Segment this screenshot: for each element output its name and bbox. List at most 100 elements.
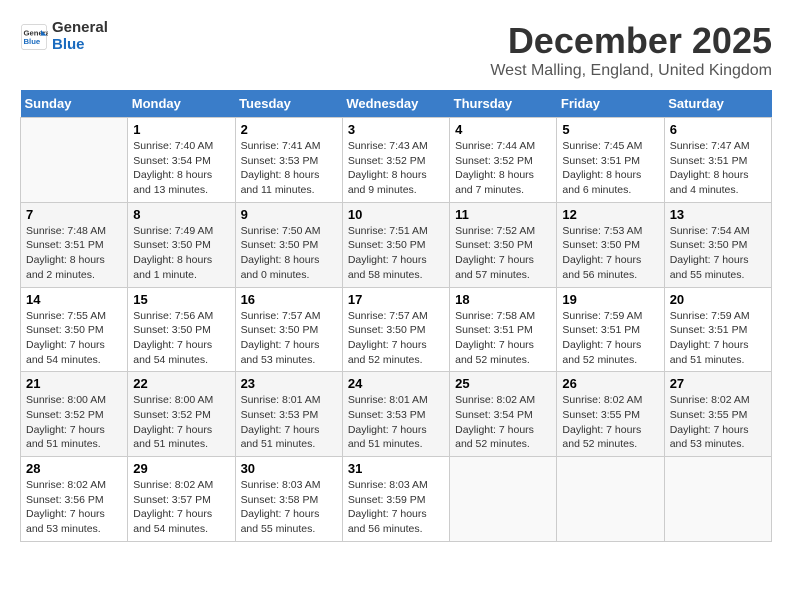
day-info: Sunrise: 8:02 AMSunset: 3:55 PMDaylight:… — [670, 393, 766, 452]
day-info: Sunrise: 7:48 AMSunset: 3:51 PMDaylight:… — [26, 224, 122, 283]
calendar-cell — [664, 457, 771, 542]
day-number: 17 — [348, 292, 444, 307]
day-number: 27 — [670, 376, 766, 391]
day-number: 26 — [562, 376, 658, 391]
day-number: 8 — [133, 207, 229, 222]
day-number: 30 — [241, 461, 337, 476]
day-number: 25 — [455, 376, 551, 391]
day-number: 23 — [241, 376, 337, 391]
day-info: Sunrise: 7:40 AMSunset: 3:54 PMDaylight:… — [133, 139, 229, 198]
location-title: West Malling, England, United Kingdom — [490, 62, 772, 80]
weekday-header-sunday: Sunday — [21, 90, 128, 118]
calendar-cell: 8 Sunrise: 7:49 AMSunset: 3:50 PMDaylight… — [128, 202, 235, 287]
day-info: Sunrise: 7:41 AMSunset: 3:53 PMDaylight:… — [241, 139, 337, 198]
day-number: 29 — [133, 461, 229, 476]
day-info: Sunrise: 7:44 AMSunset: 3:52 PMDaylight:… — [455, 139, 551, 198]
day-info: Sunrise: 8:02 AMSunset: 3:55 PMDaylight:… — [562, 393, 658, 452]
calendar-cell: 31 Sunrise: 8:03 AMSunset: 3:59 PMDayligh… — [342, 457, 449, 542]
title-section: December 2025 West Malling, England, Uni… — [490, 20, 772, 80]
weekday-header-saturday: Saturday — [664, 90, 771, 118]
day-number: 3 — [348, 122, 444, 137]
day-info: Sunrise: 7:53 AMSunset: 3:50 PMDaylight:… — [562, 224, 658, 283]
calendar-cell: 12 Sunrise: 7:53 AMSunset: 3:50 PMDayligh… — [557, 202, 664, 287]
day-number: 11 — [455, 207, 551, 222]
day-number: 7 — [26, 207, 122, 222]
calendar-cell: 17 Sunrise: 7:57 AMSunset: 3:50 PMDayligh… — [342, 287, 449, 372]
calendar-cell — [450, 457, 557, 542]
day-info: Sunrise: 7:59 AMSunset: 3:51 PMDaylight:… — [670, 309, 766, 368]
calendar-week-row: 28 Sunrise: 8:02 AMSunset: 3:56 PMDayligh… — [21, 457, 772, 542]
day-number: 6 — [670, 122, 766, 137]
svg-text:General: General — [24, 28, 49, 37]
day-info: Sunrise: 8:03 AMSunset: 3:58 PMDaylight:… — [241, 478, 337, 537]
logo: General Blue General Blue — [20, 20, 108, 53]
day-number: 10 — [348, 207, 444, 222]
calendar-cell: 15Sunrise: 7:56 AMSunset: 3:50 PMDayligh… — [128, 287, 235, 372]
weekday-header-monday: Monday — [128, 90, 235, 118]
day-number: 9 — [241, 207, 337, 222]
day-info: Sunrise: 7:43 AMSunset: 3:52 PMDaylight:… — [348, 139, 444, 198]
logo-icon: General Blue — [20, 23, 48, 51]
day-info: Sunrise: 7:57 AMSunset: 3:50 PMDaylight:… — [348, 309, 444, 368]
day-info: Sunrise: 8:02 AMSunset: 3:56 PMDaylight:… — [26, 478, 122, 537]
day-info: Sunrise: 7:47 AMSunset: 3:51 PMDaylight:… — [670, 139, 766, 198]
page-header: General Blue General Blue December 2025 … — [20, 20, 772, 80]
day-number: 28 — [26, 461, 122, 476]
calendar-cell: 30 Sunrise: 8:03 AMSunset: 3:58 PMDayligh… — [235, 457, 342, 542]
calendar-cell: 22Sunrise: 8:00 AMSunset: 3:52 PMDayligh… — [128, 372, 235, 457]
calendar-table: SundayMondayTuesdayWednesdayThursdayFrid… — [20, 90, 772, 542]
calendar-cell: 14 Sunrise: 7:55 AMSunset: 3:50 PMDayligh… — [21, 287, 128, 372]
day-info: Sunrise: 7:57 AMSunset: 3:50 PMDaylight:… — [241, 309, 337, 368]
calendar-cell: 19 Sunrise: 7:59 AMSunset: 3:51 PMDayligh… — [557, 287, 664, 372]
day-number: 1 — [133, 122, 229, 137]
day-info: Sunrise: 8:03 AMSunset: 3:59 PMDaylight:… — [348, 478, 444, 537]
calendar-cell: 1 Sunrise: 7:40 AMSunset: 3:54 PMDaylight… — [128, 118, 235, 203]
calendar-cell — [21, 118, 128, 203]
day-number: 21 — [26, 376, 122, 391]
weekday-header-tuesday: Tuesday — [235, 90, 342, 118]
day-info: Sunrise: 7:50 AMSunset: 3:50 PMDaylight:… — [241, 224, 337, 283]
day-info: Sunrise: 8:00 AMSunset: 3:52 PMDaylight:… — [133, 393, 229, 452]
day-number: 12 — [562, 207, 658, 222]
calendar-week-row: 1 Sunrise: 7:40 AMSunset: 3:54 PMDaylight… — [21, 118, 772, 203]
day-number: 24 — [348, 376, 444, 391]
weekday-header-row: SundayMondayTuesdayWednesdayThursdayFrid… — [21, 90, 772, 118]
calendar-cell: 4 Sunrise: 7:44 AMSunset: 3:52 PMDaylight… — [450, 118, 557, 203]
day-info: Sunrise: 7:55 AMSunset: 3:50 PMDaylight:… — [26, 309, 122, 368]
day-number: 19 — [562, 292, 658, 307]
weekday-header-wednesday: Wednesday — [342, 90, 449, 118]
logo-line1: General — [52, 19, 108, 36]
day-info: Sunrise: 7:51 AMSunset: 3:50 PMDaylight:… — [348, 224, 444, 283]
day-info: Sunrise: 7:59 AMSunset: 3:51 PMDaylight:… — [562, 309, 658, 368]
logo-line2: Blue — [52, 36, 85, 53]
calendar-cell: 24Sunrise: 8:01 AMSunset: 3:53 PMDayligh… — [342, 372, 449, 457]
logo-text: General Blue — [52, 20, 108, 53]
calendar-cell: 20Sunrise: 7:59 AMSunset: 3:51 PMDayligh… — [664, 287, 771, 372]
calendar-cell: 27 Sunrise: 8:02 AMSunset: 3:55 PMDayligh… — [664, 372, 771, 457]
calendar-cell: 21Sunrise: 8:00 AMSunset: 3:52 PMDayligh… — [21, 372, 128, 457]
month-title: December 2025 — [490, 20, 772, 62]
day-info: Sunrise: 8:01 AMSunset: 3:53 PMDaylight:… — [241, 393, 337, 452]
calendar-week-row: 14 Sunrise: 7:55 AMSunset: 3:50 PMDayligh… — [21, 287, 772, 372]
calendar-cell: 3 Sunrise: 7:43 AMSunset: 3:52 PMDaylight… — [342, 118, 449, 203]
calendar-cell: 7 Sunrise: 7:48 AMSunset: 3:51 PMDaylight… — [21, 202, 128, 287]
day-info: Sunrise: 7:49 AMSunset: 3:50 PMDaylight:… — [133, 224, 229, 283]
day-number: 18 — [455, 292, 551, 307]
calendar-cell — [557, 457, 664, 542]
day-info: Sunrise: 8:02 AMSunset: 3:57 PMDaylight:… — [133, 478, 229, 537]
calendar-cell: 13Sunrise: 7:54 AMSunset: 3:50 PMDayligh… — [664, 202, 771, 287]
calendar-cell: 28 Sunrise: 8:02 AMSunset: 3:56 PMDayligh… — [21, 457, 128, 542]
calendar-cell: 9 Sunrise: 7:50 AMSunset: 3:50 PMDaylight… — [235, 202, 342, 287]
calendar-week-row: 7 Sunrise: 7:48 AMSunset: 3:51 PMDaylight… — [21, 202, 772, 287]
day-number: 13 — [670, 207, 766, 222]
calendar-cell: 26 Sunrise: 8:02 AMSunset: 3:55 PMDayligh… — [557, 372, 664, 457]
calendar-cell: 2Sunrise: 7:41 AMSunset: 3:53 PMDaylight… — [235, 118, 342, 203]
calendar-cell: 18Sunrise: 7:58 AMSunset: 3:51 PMDayligh… — [450, 287, 557, 372]
day-number: 14 — [26, 292, 122, 307]
calendar-cell: 5Sunrise: 7:45 AMSunset: 3:51 PMDaylight… — [557, 118, 664, 203]
calendar-cell: 25 Sunrise: 8:02 AMSunset: 3:54 PMDayligh… — [450, 372, 557, 457]
calendar-cell: 10 Sunrise: 7:51 AMSunset: 3:50 PMDayligh… — [342, 202, 449, 287]
day-number: 31 — [348, 461, 444, 476]
day-info: Sunrise: 8:02 AMSunset: 3:54 PMDaylight:… — [455, 393, 551, 452]
day-number: 4 — [455, 122, 551, 137]
